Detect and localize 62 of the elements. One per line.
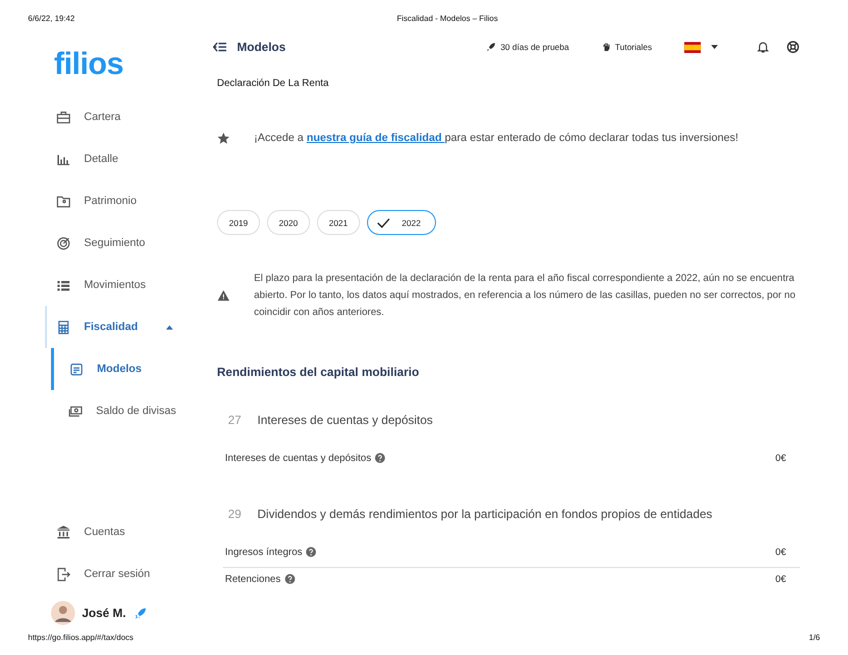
guide-link[interactable]: nuestra guía de fiscalidad (306, 132, 445, 144)
language-dropdown[interactable] (684, 42, 718, 52)
box-number: 29 (228, 507, 242, 521)
page-number: 1/6 (808, 633, 820, 644)
print-date: 6/6/22, 19:42 (28, 14, 75, 25)
year-chip[interactable]: 2021 (316, 210, 360, 235)
rocket-icon (134, 606, 148, 620)
avatar (51, 601, 75, 625)
group-title: Dividendos y demás rendimientos por la participación en fondos propios de entidades (257, 507, 712, 521)
bank-icon (56, 524, 71, 540)
year-chip[interactable]: 2019 (217, 210, 260, 235)
briefcase-icon (56, 110, 71, 124)
sidebar-item[interactable]: Cuentas (45, 511, 190, 553)
trial-link[interactable]: 30 días de prueba (486, 42, 569, 52)
group-title: Intereses de cuentas y depósitos (257, 413, 433, 427)
row-label: Ingresos íntegros (225, 546, 302, 558)
caret-icon (711, 45, 718, 49)
star-icon (217, 132, 230, 144)
sidebar-item[interactable]: Seguimiento (45, 222, 190, 264)
sidebar-item[interactable]: Patrimonio (45, 180, 190, 222)
section-heading: Rendimientos del capital mobiliario (216, 364, 420, 381)
page-title: Fiscalidad - Modelos – Filios (396, 14, 498, 25)
help-icon[interactable] (375, 453, 386, 463)
logout-icon (56, 566, 71, 582)
user-name[interactable]: José M. (82, 606, 126, 620)
row-value: 0€ (775, 452, 787, 464)
logo: filios (53, 45, 124, 83)
tip-text: ¡Accede a nuestra guía de fiscalidad para estar enterado de cómo declarar todas tus inversiones! (254, 132, 738, 144)
help-icon[interactable] (306, 547, 316, 557)
page-heading: Modelos (237, 40, 286, 54)
calculator-icon (56, 320, 71, 334)
target-icon (56, 236, 71, 250)
sidebar-item[interactable]: Cartera (45, 96, 190, 138)
rocket-icon (486, 42, 496, 52)
help-icon[interactable] (284, 574, 295, 584)
year-chip[interactable]: 2022 (366, 210, 436, 235)
bell-icon[interactable] (756, 40, 770, 54)
section-subtitle: Declaración De La Renta (216, 77, 330, 91)
sidebar-subitem[interactable]: Modelos (51, 348, 190, 390)
check-icon (376, 218, 390, 228)
sidebar-item[interactable]: Movimientos (45, 264, 190, 306)
sidebar-item[interactable]: Fiscalidad (45, 306, 190, 348)
folder-icon (56, 194, 71, 208)
sidebar-item[interactable]: Detalle (45, 138, 190, 180)
sidebar-item[interactable]: Cerrar sesión (45, 553, 190, 595)
flag-icon (684, 42, 701, 52)
document-icon (69, 362, 84, 376)
back-menu-icon[interactable] (213, 42, 227, 52)
row-value: 0€ (775, 574, 787, 584)
hand-icon (600, 42, 611, 52)
row-value: 0€ (775, 546, 787, 558)
row-label: Intereses de cuentas y depósitos (225, 452, 372, 464)
row-label: Retenciones (225, 574, 281, 584)
tutorials-link[interactable]: Tutoriales (600, 42, 652, 52)
box-number: 27 (228, 413, 242, 427)
page-url: https://go.filios.app/#/tax/docs (28, 633, 134, 644)
help-icon[interactable] (786, 40, 800, 54)
warning-text: El plazo para la presentación de la declaración de la renta para el año fiscal correspondiente a 2022, aún no se encuentra abierto. Por lo tanto, los datos aquí mostrados, en referencia a los número de las casillas, pueden no ser correctos, por no coincidir con años anteriores. (254, 272, 796, 320)
sidebar-subitem[interactable]: Saldo de divisas (51, 390, 190, 432)
banknote-icon (68, 404, 83, 418)
year-chip[interactable]: 2020 (266, 210, 310, 235)
warning-icon (217, 289, 230, 302)
